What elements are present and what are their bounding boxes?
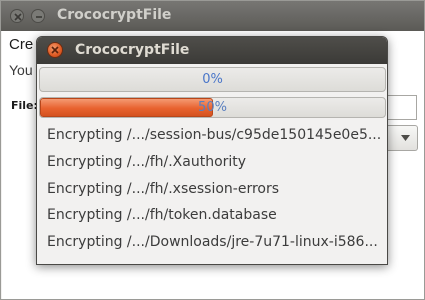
main-window-titlebar[interactable]: CrococryptFile xyxy=(1,1,424,31)
main-minimize-button[interactable] xyxy=(31,9,45,23)
encryption-log-list[interactable]: Encrypting /.../session-bus/c95de150145e… xyxy=(37,122,387,264)
log-item: Encrypting /.../session-bus/c95de150145e… xyxy=(47,127,382,143)
chevron-down-icon xyxy=(401,135,410,141)
main-close-button[interactable] xyxy=(10,9,24,23)
log-item: Encrypting /.../fh/.Xauthority xyxy=(47,153,247,170)
overall-progress-bar: 0% xyxy=(39,67,386,92)
progress-dialog-body: 0% 50% Encrypting /.../session-bus/c95de… xyxy=(37,64,387,264)
progress-dialog: CrococryptFile 0% 50% Encrypting /.../se… xyxy=(36,36,388,265)
log-item: Encrypting /.../Downloads/jre-7u71-linux… xyxy=(47,234,378,251)
close-icon xyxy=(14,13,22,21)
file-label: File: xyxy=(11,99,38,112)
main-subtext: You xyxy=(9,62,33,78)
dialog-close-button[interactable] xyxy=(47,42,63,58)
progress-dialog-titlebar[interactable]: CrococryptFile xyxy=(37,37,387,64)
main-heading: Cre xyxy=(9,36,34,53)
main-window-title: CrococryptFile xyxy=(57,7,172,23)
log-item: Encrypting /.../fh/.xsession-errors xyxy=(47,180,280,197)
file-progress-bar: 50% xyxy=(39,97,386,118)
minimize-icon xyxy=(36,16,42,18)
mode-dropdown[interactable] xyxy=(388,125,418,151)
desktop-screen: CrococryptFile Cre You File: CrococryptF… xyxy=(0,0,425,300)
progress-dialog-title: CrococryptFile xyxy=(75,42,190,58)
file-progress-text: 50% xyxy=(198,100,227,115)
log-item: Encrypting /.../fh/token.database xyxy=(47,207,277,224)
overall-progress-text: 0% xyxy=(202,72,223,87)
close-icon xyxy=(51,46,59,54)
file-input[interactable] xyxy=(388,95,417,120)
